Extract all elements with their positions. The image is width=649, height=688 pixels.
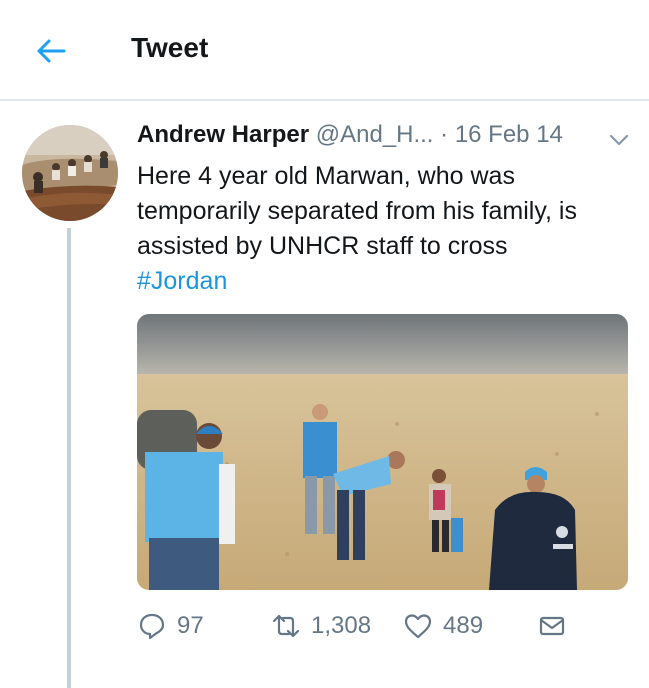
retweet-button[interactable]: 1,308 xyxy=(271,608,371,644)
reply-button[interactable]: 97 xyxy=(137,608,204,644)
tweet-menu-button[interactable] xyxy=(607,130,631,150)
like-icon xyxy=(404,614,432,639)
hashtag-link[interactable]: #Jordan xyxy=(137,267,227,295)
tweet-header: Andrew Harper @And_H... · 16 Feb 14 xyxy=(137,121,563,149)
like-count: 489 xyxy=(443,612,484,639)
author-handle[interactable]: @And_H... xyxy=(316,121,434,148)
thread-line xyxy=(67,228,71,688)
tweet-text: Here 4 year old Marwan, who was temporar… xyxy=(137,159,637,299)
message-icon xyxy=(539,616,565,636)
reply-icon xyxy=(139,613,165,640)
like-button[interactable]: 489 xyxy=(403,608,483,644)
separator-dot: · xyxy=(440,121,449,148)
tweet-text-line: temporarily separated from his family, i… xyxy=(137,197,577,225)
arrow-left-icon xyxy=(37,39,66,63)
author-name[interactable]: Andrew Harper xyxy=(137,121,309,148)
tweet-date[interactable]: 16 Feb 14 xyxy=(455,121,563,148)
back-button[interactable] xyxy=(34,34,68,68)
retweet-icon xyxy=(272,614,300,638)
avatar[interactable] xyxy=(22,125,118,221)
tweet-text-line: assisted by UNHCR staff to cross xyxy=(137,232,508,260)
page-title: Tweet xyxy=(131,32,209,63)
reply-count: 97 xyxy=(177,612,204,639)
chevron-down-icon xyxy=(609,134,629,146)
tweet-text-line: Here 4 year old Marwan, who was xyxy=(137,162,515,190)
tweet-photo[interactable] xyxy=(137,314,628,590)
message-button[interactable] xyxy=(537,608,567,644)
top-bar: Tweet xyxy=(0,0,649,101)
tweet-actions: 97 1,308 489 xyxy=(137,608,637,644)
retweet-count: 1,308 xyxy=(311,612,372,639)
